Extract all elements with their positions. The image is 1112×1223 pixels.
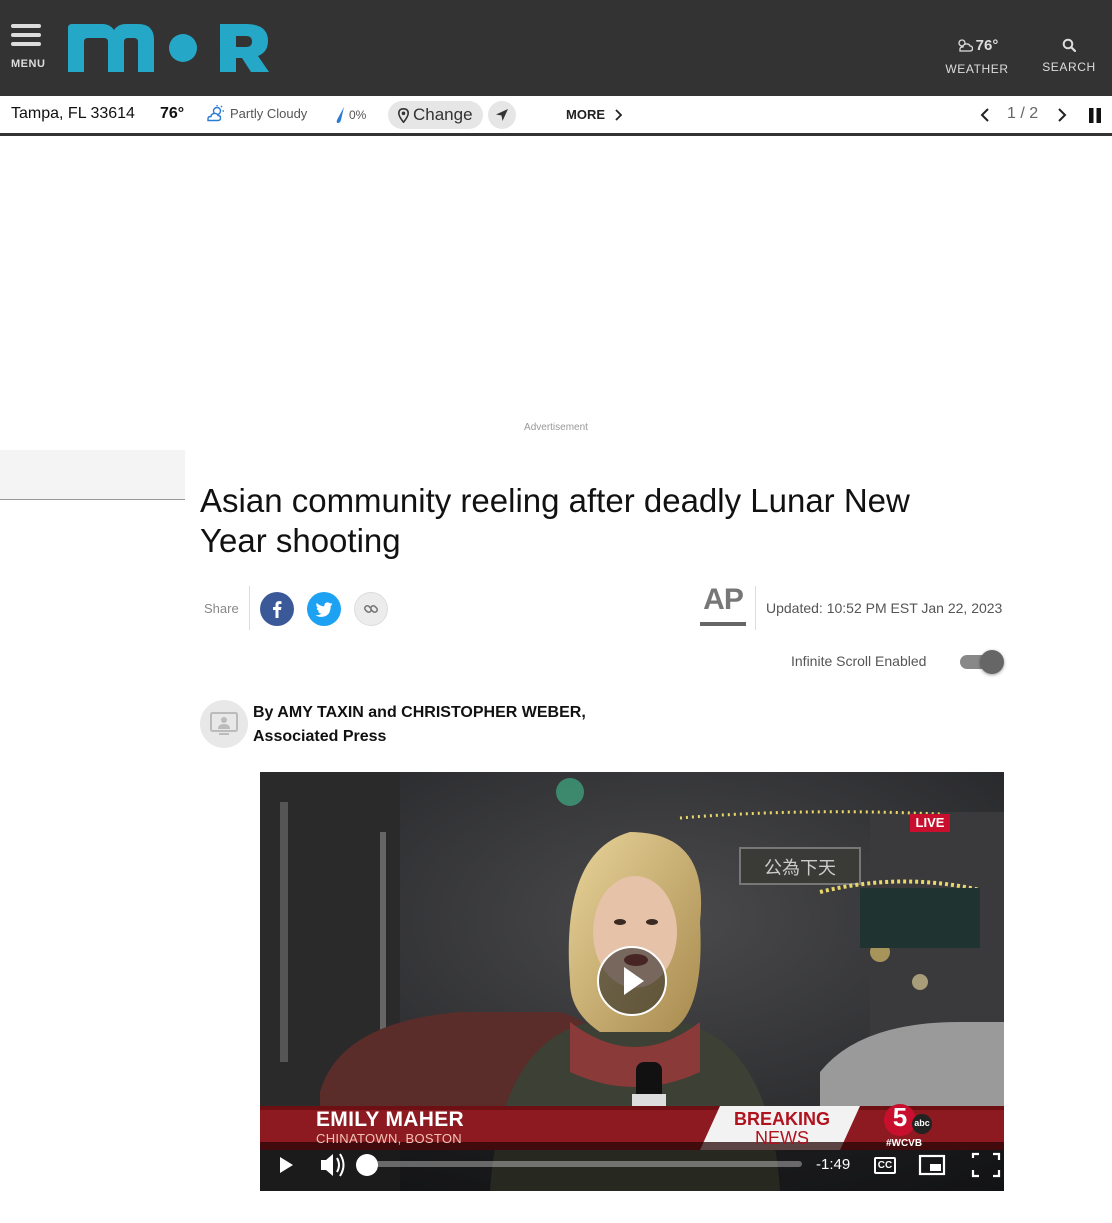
share-twitter-button[interactable] (307, 592, 341, 626)
change-location-button[interactable]: Change (388, 101, 483, 129)
fullscreen-button[interactable] (968, 1150, 1004, 1180)
chevron-right-icon (615, 108, 622, 121)
twitter-icon (315, 601, 333, 617)
menu-label: MENU (11, 58, 46, 70)
partly-cloudy-icon (207, 105, 224, 122)
sidebar-placeholder (0, 450, 185, 500)
volume-button[interactable] (316, 1150, 352, 1180)
use-my-location-button[interactable] (488, 101, 516, 129)
station-number: 5 (892, 1102, 908, 1132)
hamburger-icon-bar (11, 42, 41, 46)
station-tag: #WCVB (885, 1138, 923, 1149)
author-avatar (200, 700, 248, 748)
share-divider (249, 586, 250, 630)
byline-authors: By AMY TAXIN and CHRISTOPHER WEBER, (253, 704, 586, 721)
hamburger-icon-bar (11, 33, 41, 37)
share-facebook-button[interactable] (260, 592, 294, 626)
condition-text: Partly Cloudy (230, 106, 308, 121)
link-icon (363, 604, 379, 614)
pause-icon (1089, 108, 1101, 123)
more-label: MORE (566, 107, 605, 122)
source-divider (755, 586, 756, 630)
gate-sign-text: 公為下天 (764, 858, 836, 879)
precip-text: 0% (349, 108, 367, 122)
reporter-name: EMILY MAHER (316, 1108, 464, 1131)
byline-agency: Associated Press (253, 728, 387, 745)
chevron-right-icon (1058, 108, 1067, 122)
picture-in-picture-button[interactable] (916, 1152, 948, 1178)
map-pin-icon (398, 107, 409, 123)
search-label: SEARCH (1042, 60, 1096, 74)
video-progress-slider[interactable] (356, 1154, 804, 1176)
site-logo[interactable] (68, 20, 270, 79)
live-badge: LIVE (915, 815, 945, 830)
search-icon (1062, 38, 1076, 52)
pager-next-button[interactable] (1057, 108, 1067, 126)
article-byline: By AMY TAXIN and CHRISTOPHER WEBER, Asso… (253, 701, 586, 749)
headline-line-2: Year shooting (200, 522, 401, 559)
breaking-line-2: NEWS (755, 1128, 809, 1148)
precipitation: 0% (334, 106, 366, 124)
more-button[interactable]: MORE (566, 107, 622, 122)
raindrop-icon (336, 107, 344, 123)
weather-button[interactable]: 76° WEATHER (944, 36, 1010, 77)
big-play-button[interactable] (596, 946, 668, 1018)
change-label: Change (413, 105, 473, 124)
pause-button[interactable] (1088, 108, 1102, 127)
search-button[interactable]: SEARCH (1040, 36, 1098, 74)
current-temp: 76° (160, 105, 185, 122)
pager-prev-button[interactable] (980, 108, 990, 126)
copy-link-button[interactable] (354, 592, 388, 626)
share-label: Share (204, 601, 239, 616)
location-arrow-icon (496, 109, 508, 121)
site-header: MENU 76° WEATHER SEARCH (0, 0, 1112, 96)
location-text: Tampa, FL 33614 (11, 105, 135, 122)
infinite-scroll-label: Infinite Scroll Enabled (791, 653, 927, 669)
chevron-left-icon (980, 108, 989, 122)
weather-condition: Partly Cloudy (206, 105, 307, 122)
video-play-button[interactable] (274, 1150, 302, 1180)
headline-line-1: Asian community reeling after deadly Lun… (200, 482, 910, 519)
breaking-line-1: BREAKING (733, 1109, 830, 1129)
hamburger-icon (11, 24, 41, 28)
time-remaining: -1:49 (816, 1156, 851, 1173)
pager-count: 1 / 2 (1007, 105, 1039, 122)
article-headline: Asian community reeling after deadly Lun… (200, 481, 1020, 561)
weather-label: WEATHER (945, 62, 1009, 76)
breaking-news-banner: BREAKING NEWS (722, 1110, 842, 1148)
menu-button[interactable]: MENU (11, 24, 45, 74)
updated-timestamp: Updated: 10:52 PM EST Jan 22, 2023 (766, 600, 1003, 616)
station-network: abc (914, 1118, 930, 1128)
ap-logo-underline (700, 622, 746, 626)
partly-cloudy-icon (958, 39, 973, 52)
video-player[interactable]: 公為下天 LIVE EMILY MAHER CHINATOWN, BOSTON … (260, 772, 1004, 1191)
reporter-location: CHINATOWN, BOSTON (316, 1131, 462, 1146)
author-placeholder-icon (210, 712, 238, 735)
infinite-scroll-toggle[interactable] (960, 650, 1004, 674)
ap-logo: AP (700, 585, 746, 626)
closed-captions-button[interactable]: CC (874, 1157, 896, 1174)
advertisement-label: Advertisement (524, 422, 588, 433)
header-weather-temp: 76° (975, 36, 999, 54)
site-logo-mark (68, 24, 269, 72)
facebook-icon (273, 601, 282, 618)
toggle-knob (980, 650, 1004, 674)
ap-logo-text: AP (703, 583, 744, 616)
weather-bar: Tampa, FL 33614 76° Partly Cloudy 0% Cha… (0, 96, 1112, 136)
